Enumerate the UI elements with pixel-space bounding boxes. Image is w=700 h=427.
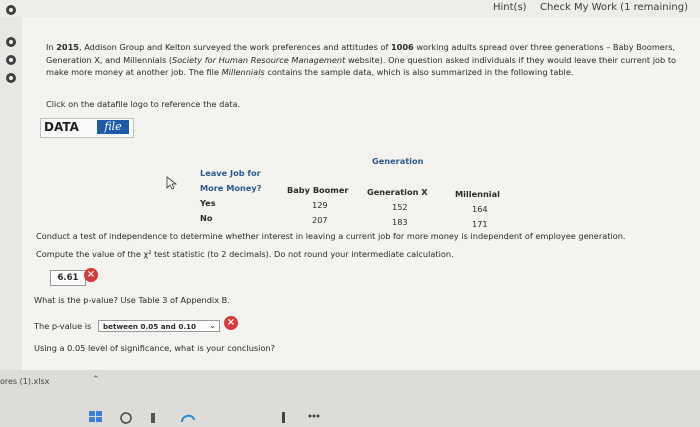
question-nav-dot-2[interactable]	[6, 37, 16, 47]
table-cell: 164	[472, 204, 488, 214]
compute-value-text: Compute the value of the χ² test statist…	[36, 249, 454, 259]
intro-sample-size: 1006	[390, 42, 414, 52]
table-cell: 129	[312, 200, 328, 210]
intro-text: contains the sample data, which is also …	[264, 67, 574, 78]
table-col-header: Generation X	[367, 187, 428, 197]
hints-link[interactable]: Hint(s)	[493, 2, 527, 13]
downloaded-file-label[interactable]: ores (1).xlsx	[0, 377, 49, 386]
table-cell: 183	[392, 217, 408, 227]
intro-source: Society for Human Resource Management	[172, 54, 346, 65]
table-cell: 207	[312, 215, 328, 225]
conclusion-question: Using a 0.05 level of significance, what…	[34, 343, 275, 353]
table-cell: 171	[472, 219, 488, 229]
incorrect-x-icon: ×	[84, 268, 98, 282]
chi-square-answer-input[interactable]: 6.61	[50, 270, 86, 286]
question-panel: In 2015, Addison Group and Kelton survey…	[22, 17, 700, 370]
task-view-icon[interactable]	[148, 410, 164, 424]
table-col-header: Millennial	[455, 189, 500, 199]
conduct-test-text: Conduct a test of independence to determ…	[36, 231, 626, 241]
bottom-bar: ores (1).xlsx ⌃	[0, 370, 700, 427]
table-row-header-line2: More Money?	[200, 183, 262, 193]
datafile-logo-button[interactable]: DATA file	[40, 118, 134, 138]
pvalue-select[interactable]: between 0.05 and 0.10 ⌄	[98, 320, 220, 332]
windows-start-icon[interactable]	[88, 410, 104, 424]
pvalue-label: The p-value is	[34, 321, 92, 331]
search-icon[interactable]	[118, 410, 134, 424]
pvalue-selected-value: between 0.05 and 0.10	[103, 322, 197, 331]
table-group-header: Generation	[372, 156, 424, 166]
intro-text: In	[46, 42, 57, 52]
datafile-label: DATA	[44, 120, 79, 134]
question-nav-dot-1[interactable]	[6, 5, 16, 15]
more-dots-icon[interactable]	[306, 410, 322, 424]
intro-year: 2015	[56, 42, 80, 52]
top-bar: Hint(s) Check My Work (1 remaining)	[0, 0, 700, 17]
question-nav-dot-3[interactable]	[6, 55, 16, 65]
incorrect-x-icon: ×	[224, 316, 238, 330]
table-col-header: Baby Boomer	[287, 185, 349, 195]
intro-text: , Addison Group and Kelton surveyed the …	[79, 42, 391, 52]
table-row-label: No	[200, 213, 213, 223]
edge-browser-icon[interactable]	[180, 410, 196, 424]
table-row-label: Yes	[200, 198, 216, 208]
problem-intro: In 2015, Addison Group and Kelton survey…	[46, 41, 686, 79]
chevron-down-icon: ⌄	[209, 321, 216, 330]
intro-filename: Millennials	[221, 67, 265, 78]
table-cell: 152	[392, 202, 408, 212]
check-my-work-link[interactable]: Check My Work (1 remaining)	[540, 2, 688, 13]
datafile-badge: file	[97, 120, 129, 134]
app-icon[interactable]	[276, 410, 292, 424]
chevron-up-icon[interactable]: ⌃	[92, 375, 100, 385]
mouse-cursor-icon	[166, 176, 178, 190]
question-nav-dot-4[interactable]	[6, 73, 16, 83]
pvalue-question: What is the p-value? Use Table 3 of Appe…	[34, 295, 230, 305]
click-datafile-text: Click on the datafile logo to reference …	[46, 99, 241, 109]
table-row-header-line1: Leave Job for	[200, 168, 261, 178]
